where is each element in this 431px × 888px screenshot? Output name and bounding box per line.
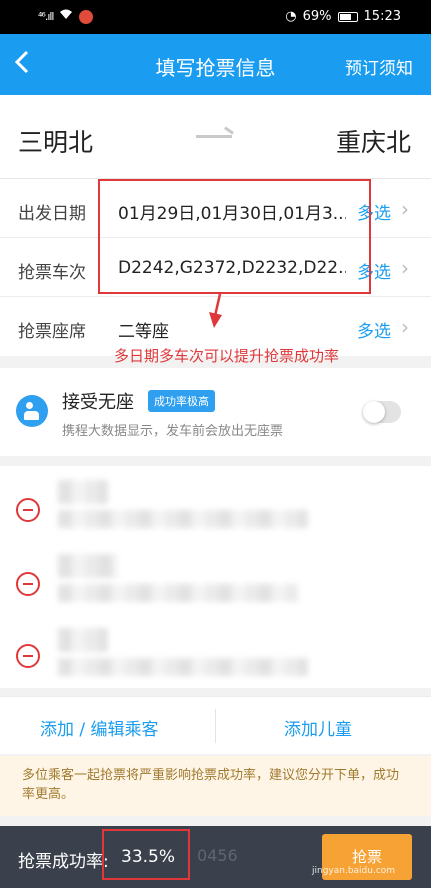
- multi-select-button[interactable]: 多选: [357, 317, 391, 342]
- status-bar: ⁴⁶.ıll ◔ 69% 15:23: [0, 0, 431, 34]
- chevron-right-icon: ›: [401, 197, 409, 221]
- remove-passenger-icon[interactable]: [16, 572, 40, 596]
- chevron-right-icon: ›: [401, 256, 409, 280]
- rate-highlight-box: [102, 829, 190, 880]
- battery-icon: [337, 11, 358, 22]
- remove-passenger-icon[interactable]: [16, 498, 40, 522]
- blurred-id: [58, 658, 308, 676]
- wifi-icon: [59, 9, 73, 24]
- no-seat-description: 携程大数据显示，发车前会放出无座票: [62, 424, 284, 439]
- partial-text: 0456: [197, 846, 238, 865]
- list-item: [0, 614, 431, 688]
- booking-notice-link[interactable]: 预订须知: [345, 54, 413, 79]
- signal-icon: ⁴⁶.ıll: [38, 10, 55, 23]
- departure-station[interactable]: 三明北: [18, 123, 93, 159]
- nav-bar: 填写抢票信息 预订须知: [0, 34, 431, 95]
- no-seat-toggle[interactable]: [363, 401, 401, 423]
- no-seat-section: 接受无座 成功率极高 携程大数据显示，发车前会放出无座票: [0, 368, 431, 456]
- blurred-name: [58, 480, 108, 504]
- alarm-icon: ◔: [285, 9, 297, 24]
- add-edit-passenger-button[interactable]: 添加 / 编辑乘客: [40, 715, 159, 740]
- clock: 15:23: [363, 9, 401, 24]
- row-value: 二等座: [118, 322, 169, 342]
- annotation-highlight-box: [98, 179, 371, 294]
- passenger-actions: 添加 / 编辑乘客 添加儿童: [0, 696, 431, 754]
- arrival-station[interactable]: 重庆北: [336, 123, 411, 159]
- success-rate-badge: 成功率极高: [148, 390, 215, 412]
- annotation-arrow-icon: [209, 294, 222, 328]
- battery-percent: 69%: [302, 9, 332, 24]
- chevron-right-icon: ›: [401, 315, 409, 339]
- blurred-id: [58, 510, 308, 528]
- list-item: [0, 466, 431, 540]
- list-item: [0, 540, 431, 614]
- add-child-button[interactable]: 添加儿童: [284, 715, 352, 740]
- route-arrow-icon[interactable]: [196, 135, 232, 138]
- row-label: 抢票座席: [18, 322, 86, 342]
- route-section: 三明北 重庆北: [0, 95, 431, 179]
- success-rate-label: 抢票成功率:: [18, 852, 109, 872]
- blurred-name: [58, 554, 118, 578]
- warning-banner: 多位乘客一起抢票将严重影响抢票成功率，建议您分开下单，成功率更高。: [0, 756, 431, 816]
- annotation-text: 多日期多车次可以提升抢票成功率: [114, 347, 340, 365]
- watermark: jingyan.baidu.com: [312, 866, 396, 876]
- person-icon: [16, 395, 48, 427]
- toggle-knob: [363, 401, 385, 423]
- remove-passenger-icon[interactable]: [16, 644, 40, 668]
- blurred-id: [58, 584, 298, 602]
- passenger-list: [0, 466, 431, 688]
- row-label: 出发日期: [18, 204, 86, 224]
- no-seat-title: 接受无座: [62, 392, 134, 413]
- notification-icon: [79, 9, 94, 24]
- divider: [215, 709, 216, 743]
- blurred-name: [58, 628, 108, 652]
- row-label: 抢票车次: [18, 263, 86, 283]
